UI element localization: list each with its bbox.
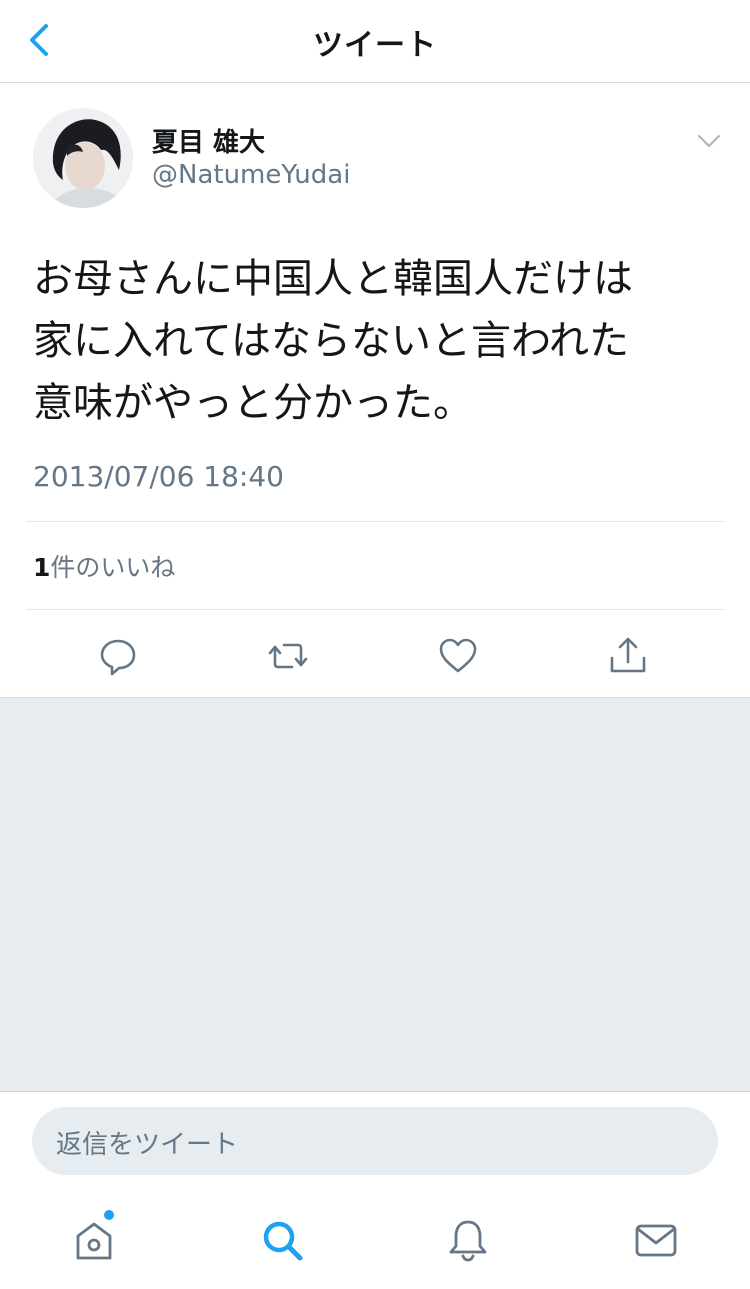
page-title: ツイート	[313, 28, 437, 63]
divider	[26, 521, 725, 522]
reply-input[interactable]: 返信をツイート	[32, 1107, 718, 1175]
author-handle[interactable]: @NatumeYudai	[152, 160, 350, 190]
like-count-label: 件のいいね	[50, 553, 176, 582]
divider	[26, 609, 725, 610]
likes-count[interactable]: 1件のいいね	[33, 548, 175, 584]
home-icon	[76, 1222, 112, 1260]
tweet-text-line: お母さんに中国人と韓国人だけは	[33, 256, 633, 302]
share-icon	[610, 637, 646, 673]
tweet-text-line: 意味がやっと分かった。	[33, 380, 473, 426]
tweet-timestamp: 2013/07/06 18:40	[33, 460, 284, 493]
retweet-button[interactable]	[266, 634, 310, 678]
retweet-icon	[268, 643, 308, 669]
avatar[interactable]	[33, 108, 133, 208]
tweet-text-line: 家に入れてはならないと言われた	[33, 318, 629, 364]
share-button[interactable]	[606, 634, 650, 678]
tweet-actions	[0, 624, 750, 696]
search-icon	[263, 1221, 303, 1261]
home-notification-dot	[104, 1210, 114, 1220]
reply-icon	[100, 639, 136, 676]
reply-placeholder: 返信をツイート	[56, 1130, 239, 1160]
tab-notifications[interactable]	[444, 1216, 492, 1264]
like-count-number: 1	[33, 553, 51, 582]
tab-messages[interactable]	[632, 1216, 680, 1264]
tweet-menu-button[interactable]	[694, 126, 724, 156]
replies-area	[0, 697, 750, 1092]
envelope-icon	[635, 1224, 677, 1257]
reply-button[interactable]	[96, 634, 140, 678]
chevron-down-icon	[697, 134, 721, 148]
author-name[interactable]: 夏目 雄大	[152, 122, 265, 159]
tab-home[interactable]	[70, 1216, 118, 1264]
avatar-image	[33, 108, 133, 208]
tweet-text: お母さんに中国人と韓国人だけは 家に入れてはならないと言われた 意味がやっと分か…	[33, 248, 723, 434]
tab-search[interactable]	[258, 1216, 306, 1264]
heart-icon	[439, 638, 477, 673]
like-button[interactable]	[436, 634, 480, 678]
bell-icon	[449, 1220, 487, 1262]
navigation-bar: ツイート	[0, 0, 750, 83]
